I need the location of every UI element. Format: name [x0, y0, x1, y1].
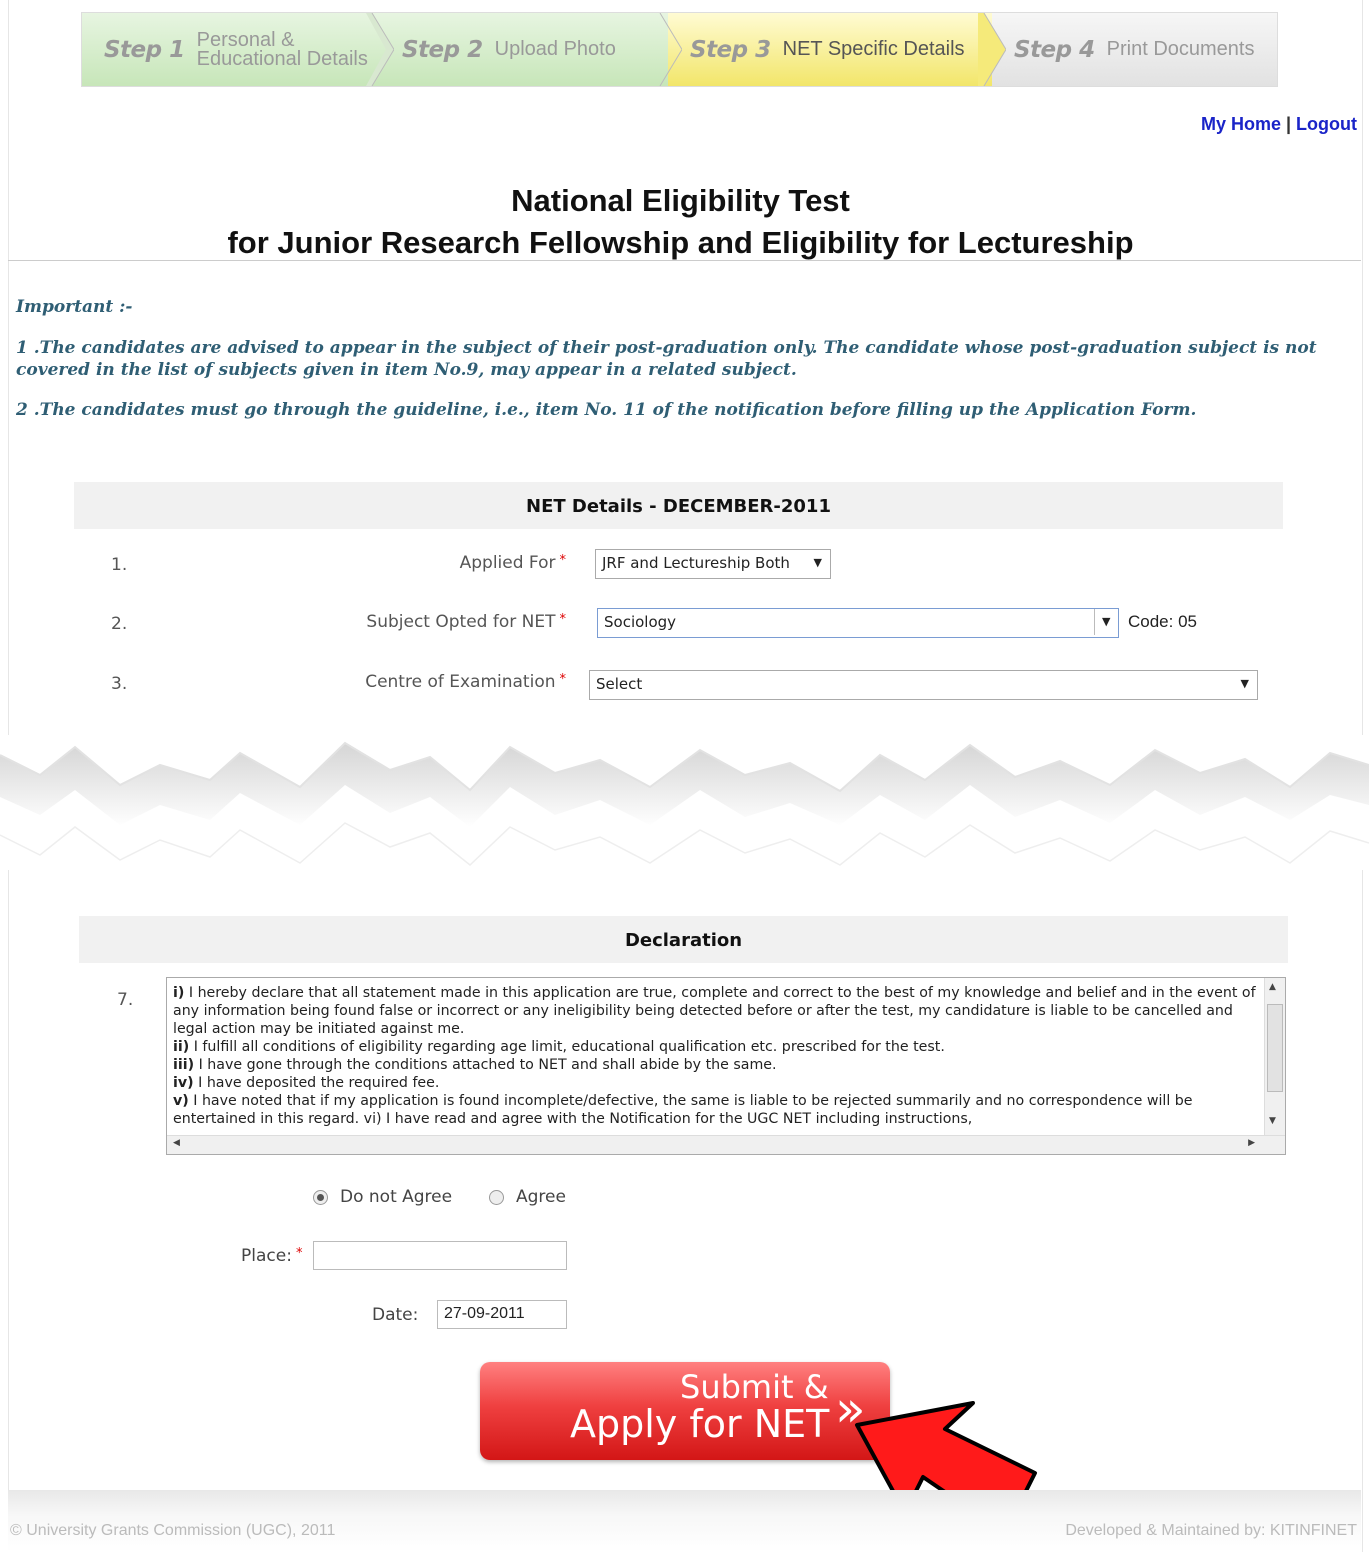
subject-code: Code: 05: [1128, 612, 1197, 631]
centre-label: Centre of Examination *: [365, 672, 566, 692]
step-3[interactable]: Step 3 NET Specific Details: [668, 13, 1006, 86]
scroll-down-icon[interactable]: ▼: [1269, 1116, 1276, 1126]
applied-for-select[interactable]: JRF and Lectureship Both ▼: [595, 549, 831, 579]
subject-value: Sociology: [604, 613, 677, 631]
step-progress-bar: Step 1 Personal & Educational Details Ste…: [81, 12, 1278, 87]
divider: [8, 260, 1361, 261]
step-3-number: Step 3: [690, 36, 771, 63]
step-2-number: Step 2: [402, 36, 483, 63]
row-number: 3.: [111, 674, 128, 694]
applied-for-value: JRF and Lectureship Both: [602, 554, 790, 572]
scroll-thumb[interactable]: [1267, 1004, 1283, 1092]
row-number: 7.: [117, 990, 134, 1010]
chevron-right-icon: [978, 13, 1006, 86]
step-1-label: Personal & Educational Details: [196, 28, 368, 70]
submit-apply-button[interactable]: Submit & Apply for NET »: [480, 1362, 890, 1460]
link-separator: |: [1280, 114, 1297, 134]
applied-for-label: Applied For *: [459, 553, 566, 573]
step-4-label: Print Documents: [1106, 38, 1255, 60]
torn-page-separator: [0, 735, 1369, 870]
important-note-1: 1 .The candidates are advised to appear …: [16, 338, 1317, 380]
footer-developer: Developed & Maintained by: KITINFINET: [1065, 1522, 1357, 1539]
step-2[interactable]: Step 2 Upload Photo: [380, 13, 682, 86]
page-title: National Eligibility Test for Junior Res…: [0, 180, 1361, 264]
subject-select[interactable]: Sociology ▼: [597, 608, 1119, 638]
radio-unselected-icon: [489, 1189, 504, 1205]
net-details-heading: NET Details - DECEMBER-2011: [74, 482, 1283, 529]
dropdown-arrow-icon: ▼: [1094, 609, 1118, 635]
dropdown-arrow-icon: ▼: [813, 556, 822, 569]
vertical-scrollbar[interactable]: ▲ ▼: [1264, 978, 1285, 1136]
dropdown-arrow-icon: ▼: [1240, 677, 1249, 690]
subject-label: Subject Opted for NET *: [366, 612, 566, 632]
footer-bar: [8, 1490, 1361, 1552]
centre-value: Select: [596, 675, 643, 693]
step-3-label: NET Specific Details: [782, 38, 965, 60]
declaration-text: i) I hereby declare that all statement m…: [173, 985, 1256, 1127]
radio-agree[interactable]: Agree: [489, 1187, 566, 1207]
my-home-link[interactable]: My Home: [1201, 114, 1281, 134]
scroll-right-icon[interactable]: ▶: [1248, 1138, 1255, 1148]
logout-link[interactable]: Logout: [1296, 114, 1357, 134]
step-2-label: Upload Photo: [494, 38, 616, 60]
declaration-heading: Declaration: [79, 916, 1288, 963]
date-input[interactable]: 27-09-2011: [437, 1300, 567, 1329]
top-links: My Home | Logout: [1201, 114, 1357, 135]
horizontal-scrollbar[interactable]: ◀ ▶: [167, 1135, 1285, 1154]
step-4-number: Step 4: [1014, 36, 1095, 63]
place-label: Place: *: [241, 1246, 303, 1266]
footer-copyright: © University Grants Commission (UGC), 20…: [10, 1522, 336, 1539]
declaration-textarea[interactable]: i) I hereby declare that all statement m…: [166, 977, 1286, 1155]
step-4[interactable]: Step 4 Print Documents: [992, 13, 1277, 86]
chevron-right-icon: [659, 13, 682, 86]
scroll-left-icon[interactable]: ◀: [173, 1138, 180, 1148]
row-number: 2.: [111, 614, 128, 634]
page-title-line2: for Junior Research Fellowship and Eligi…: [227, 225, 1134, 260]
row-number: 1.: [111, 555, 128, 575]
centre-select[interactable]: Select ▼: [589, 670, 1258, 700]
chevron-right-icon: [366, 13, 394, 86]
date-label: Date:: [372, 1305, 419, 1325]
scroll-up-icon[interactable]: ▲: [1269, 982, 1276, 992]
place-input[interactable]: [313, 1241, 567, 1270]
important-note-2: 2 .The candidates must go through the gu…: [16, 400, 1197, 420]
radio-selected-icon: [313, 1189, 328, 1205]
step-1-number: Step 1: [104, 36, 185, 63]
radio-do-not-agree[interactable]: Do not Agree: [313, 1187, 452, 1207]
important-heading: Important :-: [16, 297, 133, 317]
step-1[interactable]: Step 1 Personal & Educational Details: [82, 13, 394, 86]
page-title-line1: National Eligibility Test: [511, 183, 850, 218]
